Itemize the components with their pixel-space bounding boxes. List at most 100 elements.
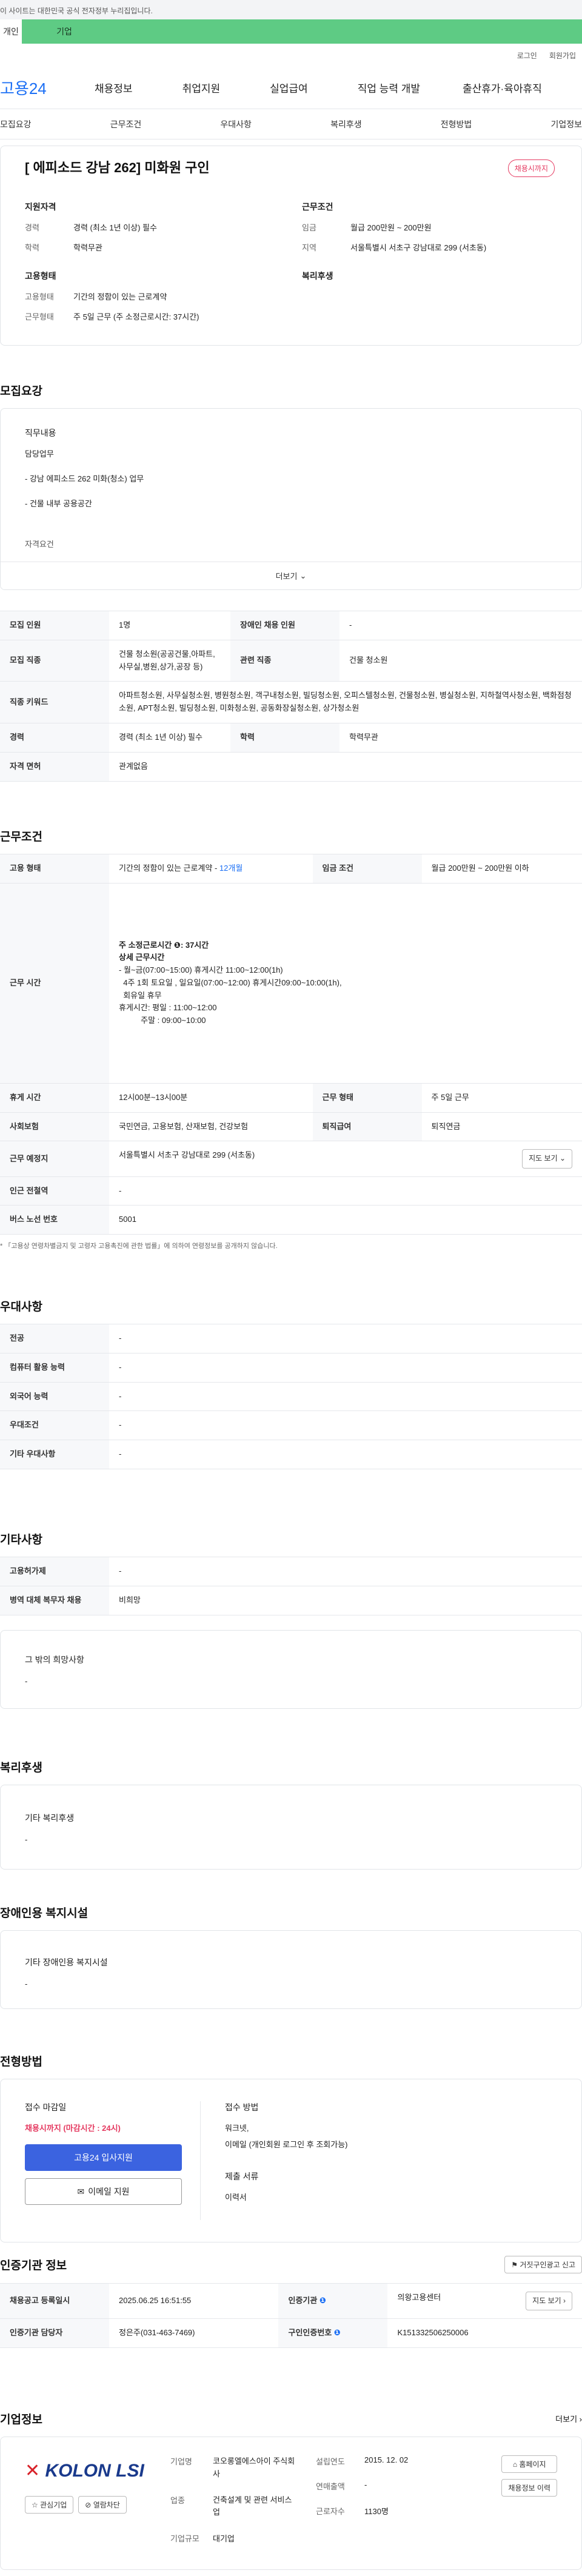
subnav-company[interactable]: 기업정보 — [550, 118, 582, 130]
company-logo-text: KOLON LSI — [45, 2461, 144, 2481]
apply-button-label: 고용24 입사지원 — [74, 2153, 133, 2162]
gnb-item-parental-leave[interactable]: 출산휴가·육아휴직 — [463, 80, 542, 95]
method-label: 접수 방법 — [225, 2102, 259, 2112]
subnav-recruit[interactable]: 모집요강 — [0, 118, 32, 130]
tab-company[interactable]: 기업 — [22, 19, 107, 44]
duty-line: - 강남 에피소드 262 미화(청소) 업무 — [25, 474, 144, 483]
gnb-item-unemployment-benefit[interactable]: 실업급여 — [270, 80, 308, 95]
company-logo: ✕ KOLON LSI — [25, 2460, 170, 2481]
interest-button[interactable]: ☆ 관심기업 — [25, 2496, 74, 2514]
gnb-item-jobs[interactable]: 채용정보 — [95, 80, 133, 95]
field-value: 2015. 12. 02 — [364, 2455, 409, 2464]
subnav-preference[interactable]: 우대사항 — [220, 118, 252, 130]
report-button[interactable]: ⚑ 거짓구인광고 신고 — [504, 2256, 582, 2273]
employment-summary: 고용형태 고용형태 기간의 정함이 있는 근로계약 근무형태 주 5일 근무 (주 … — [25, 270, 278, 330]
info-icon[interactable]: ❶ — [319, 2296, 326, 2305]
agency-heading: 인증기관 정보 — [0, 2259, 67, 2272]
row-value: - — [109, 1440, 582, 1469]
row-value: 비희망 — [109, 1586, 582, 1615]
field-value: - — [364, 2480, 367, 2489]
homepage-button[interactable]: ⌂ 홈페이지 — [501, 2455, 557, 2473]
deadline-badge: 채용시까지 — [507, 159, 555, 177]
row-label: 경력 — [0, 723, 109, 753]
site-logo[interactable]: 고용24 — [0, 76, 73, 99]
recruit-section: 모집요강 직무내용 담당업무 - 강남 에피소드 262 미화(청소) 업무 -… — [0, 382, 582, 782]
row-value: 서울특별시 서초구 강남대로 299 (서초동) — [119, 1150, 255, 1160]
deadline-block: 접수 마감일 채용시까지 (마감시간 : 24시) 고용24 입사지원 ✉ 이메일… — [25, 2101, 201, 2220]
deadline-label: 접수 마감일 — [25, 2102, 67, 2112]
table-row: 사회보험 국민연금, 고용보험, 산재보험, 건강보험 퇴직급여 퇴직연금 — [0, 1112, 582, 1142]
table-row: 자격 면허 관계없음 — [0, 752, 582, 782]
login-link[interactable]: 로그인 — [517, 50, 537, 61]
qual-edu-value: 학력무관 — [73, 243, 102, 252]
interest-label: 관심기업 — [40, 2501, 67, 2509]
tab-personal[interactable]: 개인 — [0, 19, 22, 44]
table-row: 컴퓨터 활용 능력 - — [0, 1353, 582, 1383]
method-line: 워크넷, — [225, 2124, 249, 2133]
row-label: 채용공고 등록일시 — [0, 2283, 109, 2319]
table-row: 전공 - — [0, 1324, 582, 1353]
welfare-card: 기타 복리후생 - — [0, 1785, 582, 1870]
row-value: 경력 (최소 1년 이상) 필수 — [109, 723, 230, 753]
company-logo-block: ✕ KOLON LSI ☆ 관심기업 ⊘ 열람차단 — [25, 2455, 170, 2551]
table-row: 모집 인원 1명 장애인 채용 인원 - — [0, 611, 582, 640]
work-hours-detail: 주 소정근로시간 ❶: 37시간 상세 근무시간 - 월~금(07:00~15:00… — [109, 883, 582, 1084]
hope-card: 그 밖의 희망사항 - — [0, 1629, 582, 1709]
table-row: 기타 우대사항 - — [0, 1440, 582, 1469]
history-button[interactable]: 채용정보 이력 — [501, 2479, 557, 2497]
block-button[interactable]: ⊘ 열람차단 — [78, 2496, 127, 2514]
row-label: 인증기관 — [288, 2296, 318, 2306]
row-label: 근무 시간 — [0, 883, 109, 1084]
gnb-item-skills[interactable]: 직업 능력 개발 — [358, 80, 420, 95]
hours-line: 상세 근무시간 — [119, 953, 165, 962]
map-button-label: 지도 보기 — [529, 1154, 558, 1163]
block-label: 열람차단 — [93, 2501, 120, 2509]
table-row: 고용 형태 기간의 정함이 있는 근로계약 - 12개월 임금 조건 월급 200만원… — [0, 854, 582, 884]
method-block: 접수 방법 워크넷, 이메일 (개인회원 로그인 후 조회가능) 제출 서류 이… — [201, 2101, 348, 2220]
row-value: 학력무관 — [340, 723, 582, 753]
row-value: 1명 — [109, 611, 230, 640]
cond-region-label: 지역 — [302, 243, 316, 252]
row-label: 고용 형태 — [0, 854, 109, 884]
qual-career-label: 경력 — [25, 223, 39, 232]
subnav-conditions[interactable]: 근무조건 — [110, 118, 142, 130]
gnb-item-employment-support[interactable]: 취업지원 — [182, 80, 221, 95]
flag-icon: ⚑ — [511, 2261, 518, 2269]
cond-wage-label: 임금 — [302, 223, 316, 232]
agency-map-button[interactable]: 지도 보기 › — [526, 2292, 572, 2311]
condition-summary: 근무조건 임금 월급 200만원 ~ 200만원 지역 서울특별시 서초구 강남대로… — [302, 201, 555, 261]
apply-button[interactable]: 고용24 입사지원 — [25, 2144, 182, 2171]
more-button[interactable]: 더보기 ⌄ — [1, 562, 581, 589]
table-row: 외국어 능력 - — [0, 1382, 582, 1412]
row-label: 임금 조건 — [312, 854, 422, 884]
map-button[interactable]: 지도 보기 ⌄ — [522, 1149, 572, 1169]
field-value: 대기업 — [213, 2534, 235, 2544]
email-apply-button[interactable]: ✉ 이메일 지원 — [25, 2178, 182, 2205]
home-icon: ⌂ — [512, 2460, 518, 2469]
row-value: 기간의 정함이 있는 근로계약 - — [119, 864, 219, 873]
subnav-process[interactable]: 전형방법 — [441, 118, 472, 130]
cond-heading: 근무조건 — [302, 202, 333, 212]
disab-sub: 기타 장애인용 복지시설 — [25, 1957, 108, 1967]
table-row: 인증기관 담당자 정은주(031-463-7469) 구인인증번호 ❶ K151332… — [0, 2318, 582, 2348]
company-fields-2: 설립연도 2015. 12. 02 연매출액 - 근로자수 1130명 — [316, 2455, 449, 2551]
gov-notice-bar: 이 사이트는 대한민국 공식 전자정부 누리집입니다. — [0, 0, 582, 19]
company-more-link[interactable]: 더보기 › — [555, 2413, 582, 2424]
signup-link[interactable]: 회원가입 — [549, 50, 576, 61]
row-label: 장애인 채용 인원 — [230, 611, 340, 640]
row-label: 근무 형태 — [312, 1083, 422, 1113]
hope-heading: 그 밖의 희망사항 — [25, 1654, 84, 1665]
hours-line: 회유일 휴무 — [119, 990, 162, 1000]
duty-line: - 건물 내부 공용공간 — [25, 499, 92, 508]
subnav-welfare[interactable]: 복리후생 — [330, 118, 362, 130]
email-apply-label: 이메일 지원 — [88, 2187, 130, 2196]
row-label: 병역 대체 복무자 채용 — [0, 1586, 109, 1615]
table-row: 직종 키워드 아파트청소원, 사무실청소원, 병원청소원, 객구내청소원, 빌딩청… — [0, 681, 582, 723]
section-subnav: 모집요강 근무조건 우대사항 복리후생 전형방법 기업정보 — [0, 109, 582, 139]
row-value: - — [109, 1324, 582, 1353]
row-value: 월급 200만원 ~ 200만원 이하 — [421, 854, 582, 884]
chevron-down-icon: ⌄ — [559, 1154, 566, 1163]
hours-line: 주말 : 09:00~10:00 — [119, 1016, 206, 1025]
table-row: 근무 시간 주 소정근로시간 ❶: 37시간 상세 근무시간 - 월~금(07:00~… — [0, 883, 582, 1084]
info-icon[interactable]: ❶ — [334, 2328, 341, 2337]
